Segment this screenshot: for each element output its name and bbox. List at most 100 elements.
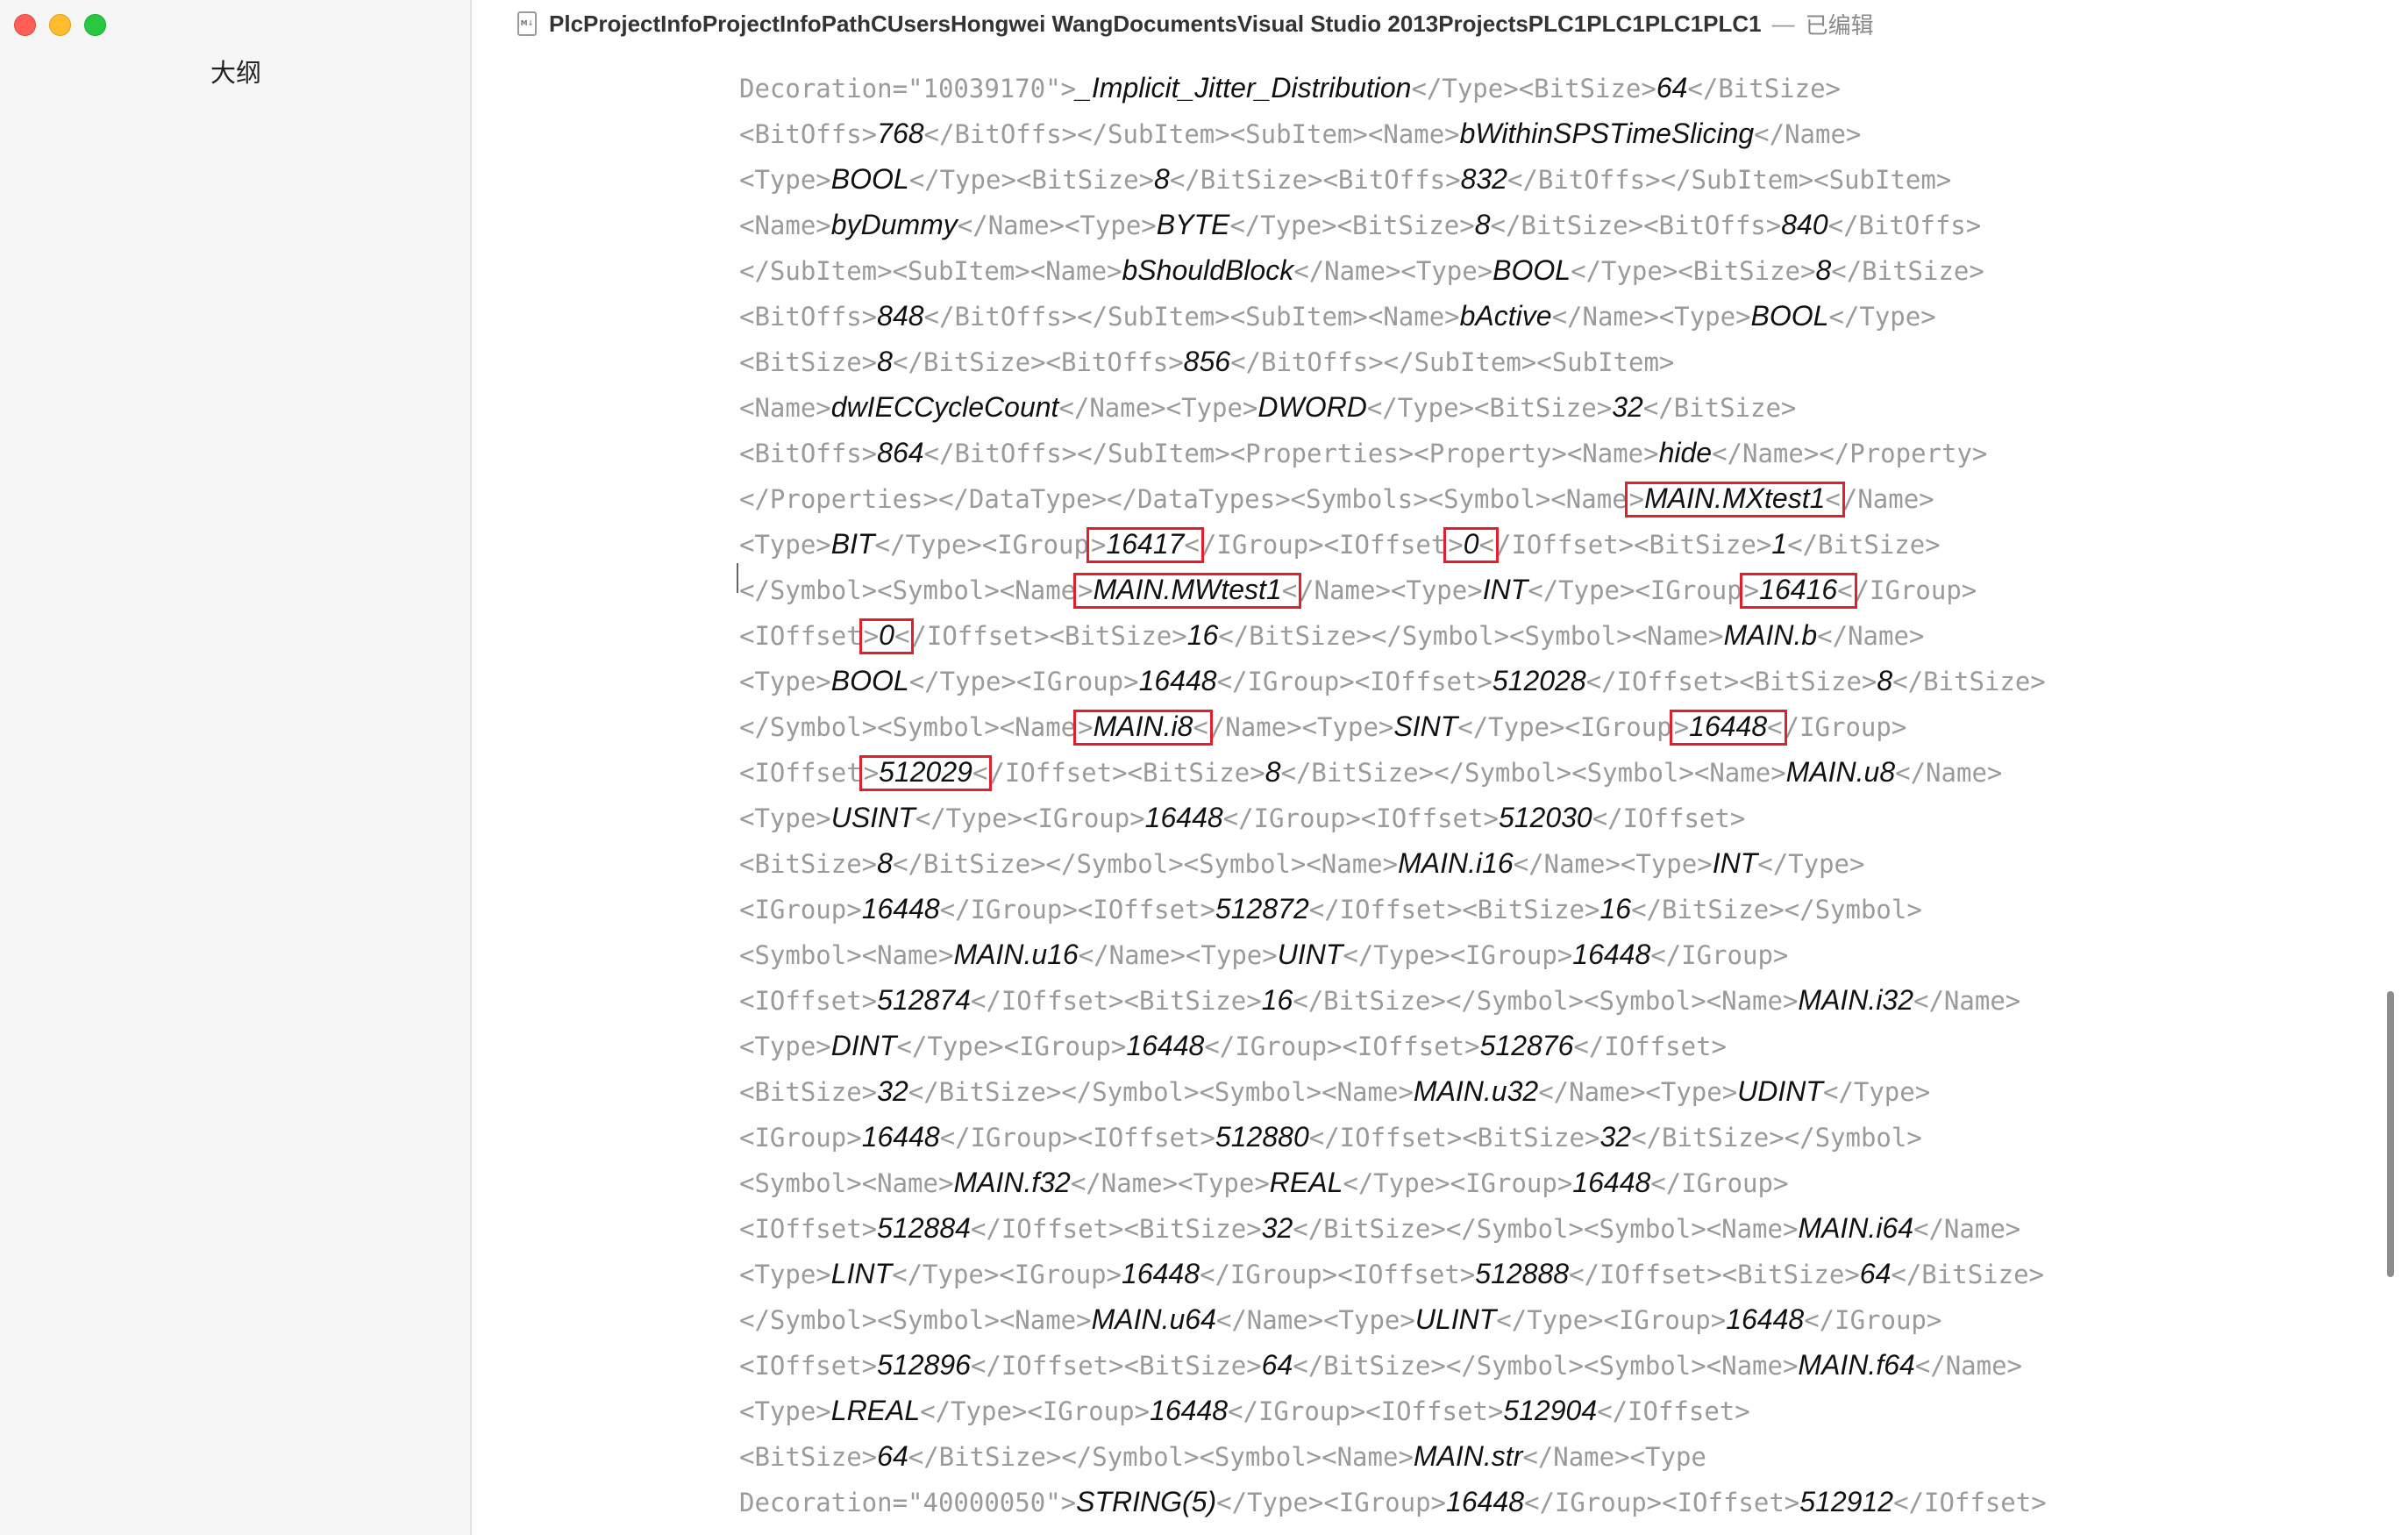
- xml-value-text: bShouldBlock: [1122, 254, 1294, 286]
- xml-tag-text: </Symbol><Symbol><Name: [739, 575, 1077, 605]
- xml-tag-text: </BitSize>: [1831, 256, 1984, 286]
- xml-value-text: MAIN.i32: [1798, 984, 1914, 1016]
- highlight-box: >0<: [1443, 527, 1499, 563]
- xml-tag-text: </Name><Type>: [1078, 940, 1278, 970]
- code-line[interactable]: <Type>BOOL</Type><BitSize>8</BitSize><Bi…: [739, 156, 2047, 202]
- xml-value-text: _Implicit_Jitter_Distribution: [1076, 72, 1412, 104]
- xml-tag-text: </Name>: [1914, 1351, 2023, 1381]
- code-line[interactable]: <IGroup>16448</IGroup><IOffset>512880</I…: [739, 1114, 2047, 1160]
- code-lines[interactable]: Decoration="10039170">_Implicit_Jitter_D…: [739, 65, 2047, 1524]
- xml-value-text: 512884: [877, 1212, 971, 1244]
- xml-tag-text: </Properties></DataType></DataTypes><Sym…: [739, 484, 1628, 514]
- xml-tag-text: </Name>: [1895, 758, 2003, 788]
- xml-tag-text: <BitSize>: [739, 1442, 878, 1472]
- code-line[interactable]: </Symbol><Symbol><Name>MAIN.u64</Name><T…: [739, 1296, 2047, 1342]
- xml-tag-text: </BitSize>: [1787, 530, 1941, 560]
- code-line[interactable]: <Type>DINT</Type><IGroup>16448</IGroup><…: [739, 1023, 2047, 1068]
- xml-value-text: 32: [877, 1075, 908, 1107]
- xml-tag-text: /Name><Type>: [1299, 575, 1483, 605]
- minimize-window-icon[interactable]: [49, 14, 71, 36]
- xml-value-text: MAIN.f32: [953, 1167, 1071, 1198]
- code-line[interactable]: <Symbol><Name>MAIN.u16</Name><Type>UINT<…: [739, 932, 2047, 977]
- code-line[interactable]: <IGroup>16448</IGroup><IOffset>512872</I…: [739, 886, 2047, 932]
- xml-tag-text: </IGroup><IOffset>: [939, 895, 1215, 925]
- xml-value-text: DWORD: [1257, 391, 1367, 423]
- xml-tag-text: </BitSize></Symbol>: [1631, 1123, 1922, 1153]
- code-line[interactable]: <BitSize>8</BitSize></Symbol><Symbol><Na…: [739, 840, 2047, 886]
- code-line[interactable]: <BitOffs>864</BitOffs></SubItem><Propert…: [739, 430, 2047, 475]
- code-line[interactable]: <BitOffs>768</BitOffs></SubItem><SubItem…: [739, 111, 2047, 156]
- code-line[interactable]: <Type>LREAL</Type><IGroup>16448</IGroup>…: [739, 1388, 2047, 1433]
- edited-status: 已编辑: [1805, 12, 1874, 39]
- document-title[interactable]: PlcProjectInfoProjectInfoPathCUsersHongw…: [549, 11, 1762, 38]
- xml-tag-text: </IOffset><BitSize>: [970, 986, 1262, 1016]
- code-line[interactable]: <Type>LINT</Type><IGroup>16448</IGroup><…: [739, 1251, 2047, 1296]
- xml-value-text: 840: [1781, 209, 1828, 240]
- xml-value-text: BOOL: [1750, 300, 1829, 332]
- code-line[interactable]: <IOffset>0</IOffset><BitSize>16</BitSize…: [739, 612, 2047, 658]
- code-line[interactable]: <Symbol><Name>MAIN.f32</Name><Type>REAL<…: [739, 1160, 2047, 1205]
- xml-value-text: DINT: [830, 1030, 897, 1061]
- code-line[interactable]: </Symbol><Symbol><Name>MAIN.MWtest1</Nam…: [739, 567, 2047, 612]
- code-line[interactable]: <Type>USINT</Type><IGroup>16448</IGroup>…: [739, 795, 2047, 840]
- zoom-window-icon[interactable]: [84, 14, 106, 36]
- xml-tag-text: </Type><IGroup: [1528, 575, 1742, 605]
- xml-value-text: 16448: [1122, 1258, 1200, 1289]
- xml-tag-text: </BitSize><BitOffs>: [1169, 165, 1461, 195]
- xml-value-text: 32: [1612, 391, 1643, 423]
- xml-value-text: MAIN.b: [1723, 619, 1818, 651]
- xml-value-text: MAIN.MXtest1: [1644, 482, 1826, 514]
- xml-tag-text: </Name><Type>: [1070, 1168, 1270, 1198]
- xml-value-text: MAIN.i8: [1093, 710, 1193, 742]
- code-line[interactable]: Decoration="10039170">_Implicit_Jitter_D…: [739, 65, 2047, 111]
- code-line[interactable]: <IOffset>512884</IOffset><BitSize>32</Bi…: [739, 1205, 2047, 1251]
- outline-title[interactable]: 大纲: [0, 53, 472, 89]
- code-line[interactable]: </Symbol><Symbol><Name>MAIN.i8</Name><Ty…: [739, 703, 2047, 749]
- xml-tag-text: </IGroup><IOffset>: [1216, 667, 1493, 696]
- code-line[interactable]: </Properties></DataType></DataTypes><Sym…: [739, 475, 2047, 521]
- xml-value-text: 16448: [1150, 1395, 1229, 1426]
- code-line[interactable]: <Type>BIT</Type><IGroup>16417</IGroup><I…: [739, 521, 2047, 567]
- editor-area[interactable]: Decoration="10039170">_Implicit_Jitter_D…: [474, 47, 2408, 1535]
- xml-value-text: hide: [1658, 437, 1713, 468]
- code-line[interactable]: <IOffset>512896</IOffset><BitSize>64</Bi…: [739, 1342, 2047, 1388]
- xml-tag-text: </Type><BitSize>: [908, 165, 1155, 195]
- xml-value-text: BYTE: [1156, 209, 1230, 240]
- code-line[interactable]: <BitSize>8</BitSize><BitOffs>856</BitOff…: [739, 339, 2047, 384]
- xml-value-text: USINT: [830, 802, 915, 833]
- xml-tag-text: </IOffset>: [1597, 1396, 1750, 1426]
- code-line[interactable]: <Type>BOOL</Type><IGroup>16448</IGroup><…: [739, 658, 2047, 703]
- xml-value-text: 512028: [1492, 665, 1586, 696]
- xml-tag-text: <IGroup>: [739, 1123, 862, 1153]
- xml-value-text: 8: [1154, 163, 1170, 195]
- xml-tag-text: </Name>: [1913, 986, 2021, 1016]
- xml-tag-text: </BitSize><BitOffs>: [892, 347, 1184, 377]
- xml-tag-text: </IOffset><BitSize>: [1308, 895, 1600, 925]
- xml-value-text: byDummy: [830, 209, 958, 240]
- xml-tag-text: </SubItem><SubItem><Name>: [739, 256, 1122, 286]
- vertical-scrollbar-thumb[interactable]: [2387, 991, 2394, 1277]
- xml-tag-text: >: [1448, 530, 1464, 560]
- xml-tag-text: </BitSize></Symbol><Symbol><Name>: [908, 1442, 1414, 1472]
- xml-tag-text: <BitOffs>: [739, 302, 878, 332]
- code-line[interactable]: <BitSize>64</BitSize></Symbol><Symbol><N…: [739, 1433, 2047, 1479]
- xml-value-text: MAIN.u32: [1413, 1075, 1539, 1107]
- close-window-icon[interactable]: [14, 14, 36, 36]
- code-line[interactable]: <IOffset>512874</IOffset><BitSize>16</Bi…: [739, 977, 2047, 1023]
- code-line[interactable]: </SubItem><SubItem><Name>bShouldBlock</N…: [739, 247, 2047, 293]
- code-line[interactable]: <Name>dwIECCycleCount</Name><Type>DWORD<…: [739, 384, 2047, 430]
- code-line[interactable]: <IOffset>512029</IOffset><BitSize>8</Bit…: [739, 749, 2047, 795]
- xml-tag-text: <Symbol><Name>: [739, 940, 954, 970]
- xml-value-text: 512912: [1799, 1486, 1894, 1517]
- code-line[interactable]: <BitOffs>848</BitOffs></SubItem><SubItem…: [739, 293, 2047, 339]
- xml-value-text: MAIN.u16: [953, 939, 1079, 970]
- code-line[interactable]: Decoration="40000050">STRING(5)</Type><I…: [739, 1479, 2047, 1524]
- xml-value-text: INT: [1482, 574, 1528, 605]
- xml-value-text: dwIECCycleCount: [830, 391, 1059, 423]
- xml-tag-text: <BitOffs>: [739, 119, 878, 149]
- xml-value-text: BIT: [830, 528, 875, 560]
- xml-tag-text: </BitSize></Symbol><Symbol><Name>: [1280, 758, 1786, 788]
- xml-tag-text: <Type>: [739, 803, 831, 833]
- code-line[interactable]: <Name>byDummy</Name><Type>BYTE</Type><Bi…: [739, 202, 2047, 247]
- code-line[interactable]: <BitSize>32</BitSize></Symbol><Symbol><N…: [739, 1068, 2047, 1114]
